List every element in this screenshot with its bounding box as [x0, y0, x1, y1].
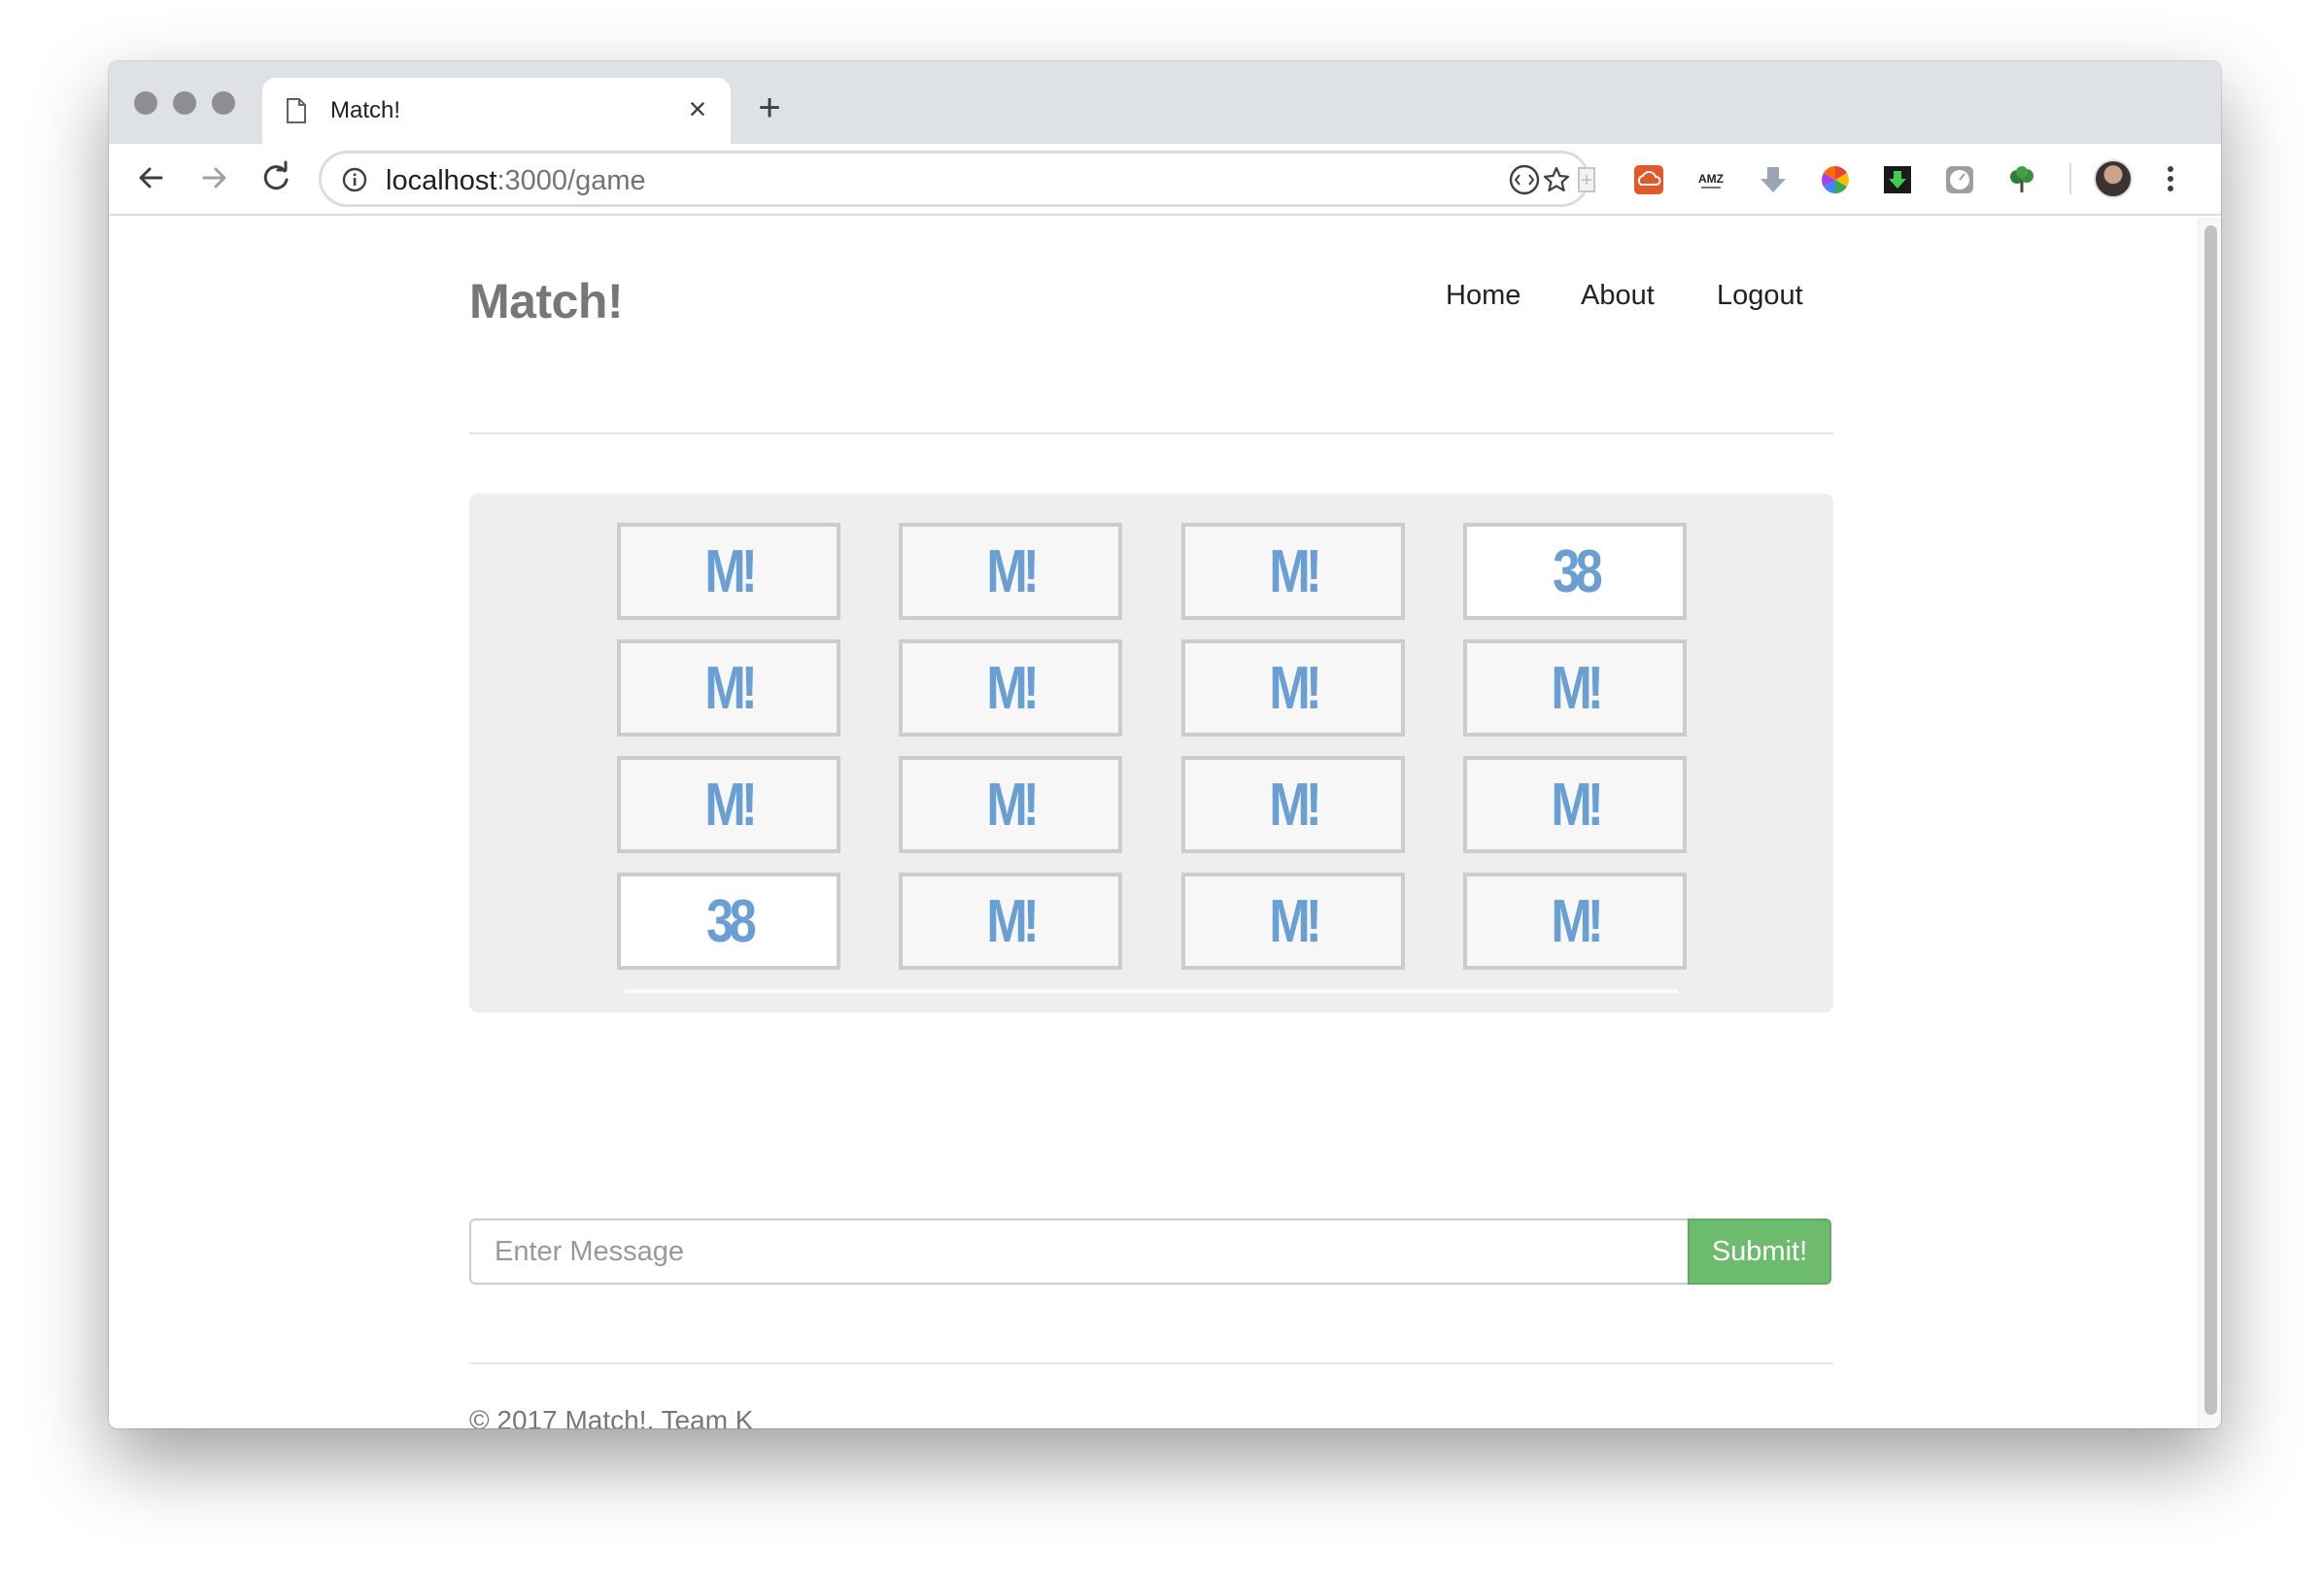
tab-title: Match! [330, 97, 401, 123]
footer-text: © 2017 Match!, Team K [469, 1405, 754, 1428]
page-title[interactable]: Match! [469, 273, 624, 329]
extension-download-icon[interactable] [1757, 163, 1790, 196]
card[interactable]: M! [1463, 639, 1687, 737]
reload-icon[interactable] [255, 156, 297, 199]
extension-color-wheel-icon[interactable] [1819, 163, 1852, 196]
scrollbar-thumb[interactable] [2204, 225, 2217, 1415]
extension-tree-icon[interactable] [2005, 163, 2038, 196]
card[interactable]: M! [617, 756, 840, 853]
card-label: M! [1269, 654, 1321, 722]
card-label: M! [986, 887, 1039, 955]
card-label: M! [986, 771, 1039, 839]
nav-logout[interactable]: Logout [1717, 280, 1803, 312]
card[interactable]: M! [899, 523, 1122, 620]
card-label: M! [1551, 771, 1603, 839]
card-label: M! [1269, 771, 1321, 839]
card[interactable]: M! [617, 639, 840, 737]
card[interactable]: M! [899, 756, 1122, 853]
browser-toolbar: localhost:3000/game AMZ [109, 144, 2221, 216]
url-path: :3000/game [496, 165, 646, 196]
card-label: M! [1551, 887, 1603, 955]
card[interactable]: M! [1181, 756, 1405, 853]
header-divider [469, 432, 1833, 434]
card-label: M! [704, 537, 757, 605]
minimize-window-button[interactable] [173, 91, 196, 115]
card-label: 38 [705, 887, 757, 955]
message-input[interactable] [469, 1219, 1688, 1285]
game-board: M! M! M! 38 M! M! M! M! M! M! M! M! 38 M… [469, 494, 1833, 1013]
extension-doc-icon[interactable] [1570, 163, 1603, 196]
tab-match[interactable]: Match! × [262, 78, 731, 144]
card[interactable]: M! [1463, 873, 1687, 970]
more-vert-icon[interactable] [2161, 161, 2180, 196]
nav-about[interactable]: About [1581, 280, 1655, 312]
scrollbar[interactable] [2198, 218, 2221, 1428]
star-icon[interactable] [1542, 165, 1571, 194]
card-label: M! [986, 537, 1039, 605]
close-window-button[interactable] [134, 91, 157, 115]
extension-code-icon[interactable] [1508, 163, 1541, 196]
svg-text:AMZ: AMZ [1698, 172, 1724, 186]
extension-video-download-icon[interactable] [1881, 163, 1914, 196]
close-icon[interactable]: × [680, 91, 715, 126]
card-label: M! [1269, 887, 1321, 955]
card-label: M! [1551, 654, 1603, 722]
url-text[interactable]: localhost:3000/game [386, 165, 646, 196]
page-icon [287, 98, 306, 123]
back-arrow-icon[interactable] [130, 156, 173, 199]
extension-cloud-icon[interactable] [1632, 163, 1665, 196]
card-label: M! [704, 771, 757, 839]
card-label: M! [704, 654, 757, 722]
url-host: localhost [386, 165, 497, 196]
submit-button[interactable]: Submit! [1688, 1219, 1831, 1285]
forward-arrow-icon[interactable] [192, 156, 235, 199]
extension-amz-icon[interactable]: AMZ [1694, 163, 1727, 196]
card[interactable]: M! [1181, 873, 1405, 970]
extension-clock-icon[interactable] [1943, 163, 1976, 196]
card-revealed[interactable]: 38 [1463, 523, 1687, 620]
card[interactable]: M! [899, 873, 1122, 970]
card-label: M! [986, 654, 1039, 722]
page-viewport: Match! Home About Logout M! M! M! 38 M! … [109, 218, 2221, 1428]
address-bar[interactable]: localhost:3000/game [319, 151, 1589, 207]
plus-icon[interactable]: + [750, 88, 789, 129]
card[interactable]: M! [617, 523, 840, 620]
zoom-window-button[interactable] [212, 91, 235, 115]
card-label: 38 [1552, 537, 1603, 605]
card[interactable]: M! [1181, 639, 1405, 737]
toolbar-separator [2069, 163, 2071, 194]
card[interactable]: M! [1463, 756, 1687, 853]
footer-divider [469, 1362, 1833, 1364]
card[interactable]: M! [899, 639, 1122, 737]
tab-strip: Match! × + [109, 61, 2221, 144]
board-divider [625, 989, 1678, 993]
card[interactable]: M! [1181, 523, 1405, 620]
nav-home[interactable]: Home [1446, 280, 1521, 312]
card-revealed[interactable]: 38 [617, 873, 840, 970]
browser-window: Match! × + localhost:3000/game AMZ Match… [109, 61, 2221, 1428]
card-label: M! [1269, 537, 1321, 605]
info-icon[interactable] [341, 166, 368, 193]
avatar[interactable] [2094, 159, 2133, 198]
